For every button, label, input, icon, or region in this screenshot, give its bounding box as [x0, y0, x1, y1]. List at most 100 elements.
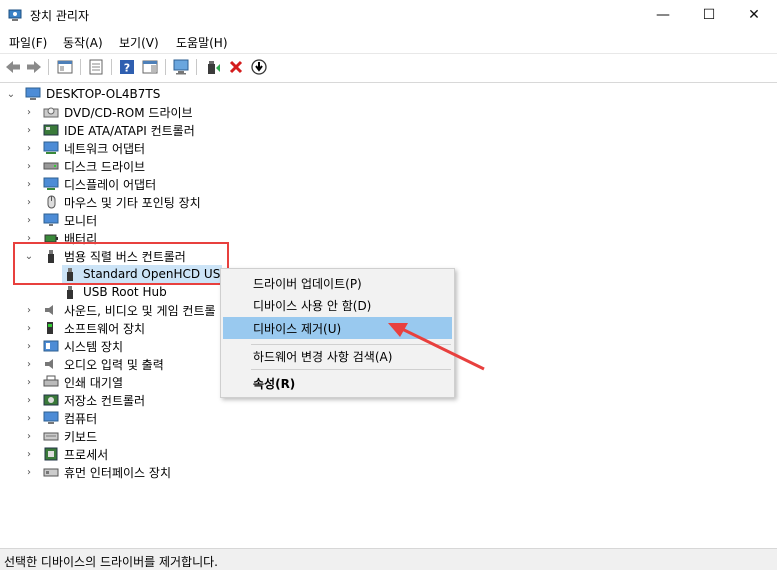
tree-category-label: 디스크 드라이브: [64, 159, 146, 174]
tree-category-label: 네트워크 어댑터: [64, 141, 146, 156]
toolbar-separator: [196, 59, 197, 75]
tree-category-label: 휴먼 인터페이스 장치: [64, 465, 171, 480]
help-icon[interactable]: ?: [118, 58, 136, 76]
chevron-right-icon[interactable]: ›: [24, 431, 34, 442]
tree-category-label: 모니터: [64, 213, 98, 228]
toolbar-separator: [165, 59, 166, 75]
menu-action[interactable]: 동작(A): [63, 34, 103, 51]
tree-category-label: 사운드, 비디오 및 게임 컨트롤: [64, 303, 216, 318]
tree-category[interactable]: › 오디오 입력 및 출력: [24, 355, 164, 373]
network-adapter-icon: [43, 141, 59, 154]
status-text: 선택한 디바이스의 드라이버를 제거합니다.: [4, 555, 218, 569]
tree-category[interactable]: › 저장소 컨트롤러: [24, 391, 145, 409]
action-pane-icon[interactable]: [141, 58, 159, 76]
menu-help[interactable]: 도움말(H): [176, 34, 228, 51]
chevron-right-icon[interactable]: ›: [24, 197, 34, 208]
sound-icon: [45, 305, 53, 315]
tree-category-label: 오디오 입력 및 출력: [64, 357, 164, 372]
forward-arrow-icon[interactable]: [25, 58, 43, 76]
show-hide-tree-icon[interactable]: [56, 58, 74, 76]
menu-view[interactable]: 보기(V): [119, 34, 159, 51]
ctx-label: 속성(R): [253, 376, 296, 391]
monitor-icon: [43, 213, 59, 226]
chevron-right-icon[interactable]: ›: [24, 125, 34, 136]
minimize-button[interactable]: —: [640, 0, 686, 30]
mouse-icon: [47, 195, 56, 209]
processor-icon: [44, 447, 58, 461]
chevron-right-icon[interactable]: ›: [24, 323, 34, 334]
root-label: DESKTOP-OL4B7TS: [46, 87, 161, 101]
chevron-right-icon[interactable]: ›: [24, 107, 34, 118]
tree-category-label: 컴퓨터: [64, 411, 98, 426]
computer-icon: [25, 87, 41, 100]
chevron-right-icon[interactable]: ›: [24, 395, 34, 406]
tree-category[interactable]: › 휴먼 인터페이스 장치: [24, 463, 171, 481]
disk-drive-icon: [43, 162, 59, 170]
ctx-label: 드라이버 업데이트(P): [253, 276, 362, 291]
chevron-down-icon[interactable]: ⌄: [6, 89, 16, 100]
chevron-right-icon[interactable]: ›: [24, 143, 34, 154]
computer-icon: [43, 411, 59, 424]
disable-device-icon[interactable]: [250, 58, 268, 76]
tree-category-label: 마우스 및 기타 포인팅 장치: [64, 195, 201, 210]
properties-page-icon[interactable]: [87, 58, 105, 76]
hid-icon: [43, 468, 59, 477]
tree-category[interactable]: › 마우스 및 기타 포인팅 장치: [24, 193, 201, 211]
tree-category-label: 디스플레이 어댑터: [64, 177, 157, 192]
device-manager-icon: [8, 9, 22, 21]
chevron-right-icon[interactable]: ›: [24, 179, 34, 190]
ctx-label: 하드웨어 변경 사항 검색(A): [253, 349, 393, 364]
tree-category-label: IDE ATA/ATAPI 컨트롤러: [64, 123, 195, 138]
chevron-right-icon[interactable]: ›: [24, 413, 34, 424]
tree-category[interactable]: › 시스템 장치: [24, 337, 123, 355]
tree-category[interactable]: › 디스크 드라이브: [24, 157, 145, 175]
scan-hardware-icon[interactable]: [172, 58, 190, 76]
tree-category-label: 저장소 컨트롤러: [64, 393, 146, 408]
usb-device-row[interactable]: USB Root Hub: [62, 283, 167, 301]
ide-controller-icon: [43, 124, 59, 136]
ctx-update-driver[interactable]: 드라이버 업데이트(P): [223, 272, 452, 294]
chevron-right-icon[interactable]: ›: [24, 305, 34, 316]
tree-category[interactable]: › 네트워크 어댑터: [24, 139, 145, 157]
printer-icon: [43, 375, 59, 387]
uninstall-x-icon[interactable]: [227, 58, 245, 76]
toolbar-separator: [111, 59, 112, 75]
tree-category-label: 인쇄 대기열: [64, 375, 124, 390]
chevron-right-icon[interactable]: ›: [24, 341, 34, 352]
software-device-icon: [47, 322, 53, 334]
system-device-icon: [43, 340, 59, 352]
usb-device-icon: [67, 286, 73, 299]
tree-category[interactable]: › 모니터: [24, 211, 97, 229]
chevron-right-icon[interactable]: ›: [24, 161, 34, 172]
chevron-right-icon[interactable]: ›: [24, 449, 34, 460]
toolbar: ?: [0, 53, 777, 83]
back-arrow-icon[interactable]: [4, 58, 22, 76]
title-bar: 장치 관리자 — ☐ ✕: [0, 0, 777, 30]
status-bar: 선택한 디바이스의 드라이버를 제거합니다.: [0, 548, 777, 570]
window-title: 장치 관리자: [30, 9, 90, 23]
tree-category[interactable]: › 디스플레이 어댑터: [24, 175, 156, 193]
tree-category[interactable]: › IDE ATA/ATAPI 컨트롤러: [24, 121, 195, 139]
tree-category[interactable]: › 컴퓨터: [24, 409, 97, 427]
close-button[interactable]: ✕: [731, 0, 777, 30]
ctx-properties[interactable]: 속성(R): [223, 372, 452, 394]
chevron-right-icon[interactable]: ›: [24, 377, 34, 388]
tree-category[interactable]: › 키보드: [24, 427, 97, 445]
tree-root[interactable]: ⌄ DESKTOP-OL4B7TS: [6, 85, 161, 103]
tree-category[interactable]: › DVD/CD-ROM 드라이브: [24, 103, 193, 121]
audio-io-icon: [45, 359, 53, 369]
update-driver-icon[interactable]: [204, 58, 222, 76]
chevron-right-icon[interactable]: ›: [24, 359, 34, 370]
menu-file[interactable]: 파일(F): [9, 34, 47, 51]
tree-category[interactable]: › 소프트웨어 장치: [24, 319, 145, 337]
chevron-right-icon[interactable]: ›: [24, 215, 34, 226]
tree-category[interactable]: › 인쇄 대기열: [24, 373, 123, 391]
svg-text:?: ?: [124, 62, 130, 75]
ctx-disable-device[interactable]: 디바이스 사용 안 함(D): [223, 294, 452, 316]
maximize-button[interactable]: ☐: [686, 0, 732, 30]
keyboard-icon: [43, 432, 59, 441]
chevron-right-icon[interactable]: ›: [24, 467, 34, 478]
annotation-arrow-icon: [388, 323, 485, 371]
tree-category[interactable]: › 사운드, 비디오 및 게임 컨트롤: [24, 301, 216, 319]
tree-category[interactable]: › 프로세서: [24, 445, 108, 463]
